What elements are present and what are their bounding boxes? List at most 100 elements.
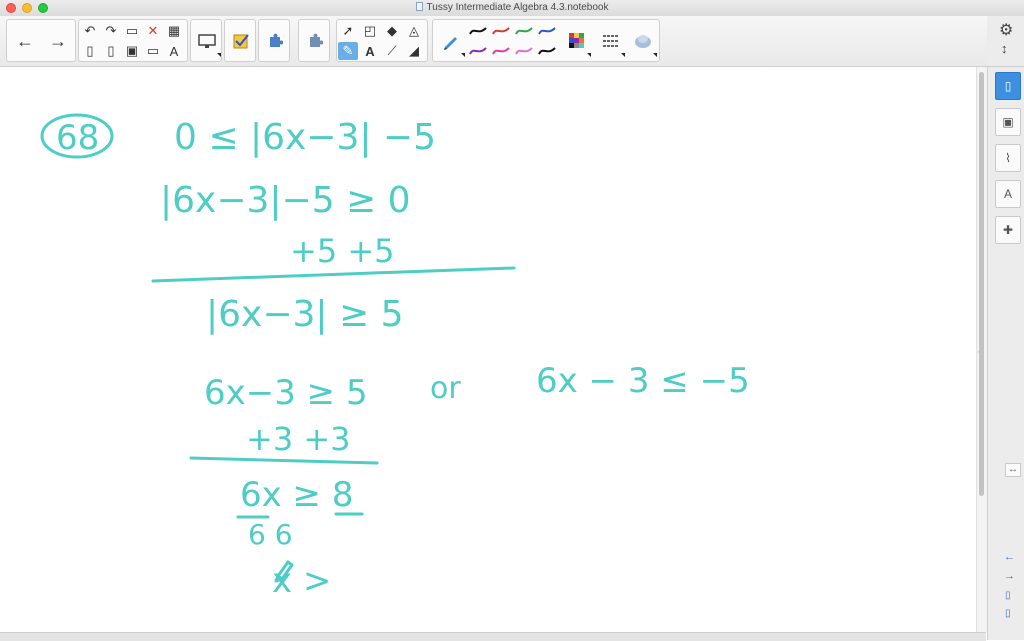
- pens-icon: ✎: [342, 43, 354, 58]
- paste-icon: ▭: [125, 23, 139, 38]
- text-icon: A: [365, 43, 375, 59]
- handwriting-layer: 68 0 ≤ |6x−3| −5 |6x−3|−5 ≥ 0 +5 +5 |6x−…: [40, 113, 750, 601]
- save-icon: ▣: [125, 43, 139, 58]
- color-palette-button[interactable]: [561, 23, 593, 59]
- fill-tool[interactable]: ◬: [404, 22, 424, 40]
- equation-line-4: |6x−3| ≥ 5: [206, 294, 404, 335]
- clear-page-icon: ▯: [107, 43, 115, 58]
- equation-line-3: +5 +5: [290, 232, 395, 270]
- eraser-tool[interactable]: ◆: [382, 22, 402, 40]
- paste-button[interactable]: ▭: [122, 22, 142, 40]
- attachments-icon: ⌇: [1005, 151, 1011, 165]
- move-sidebar-icon[interactable]: ↕: [1001, 41, 1008, 56]
- equation-line-5: 6x−3 ≥ 5: [204, 373, 368, 413]
- next-page-button[interactable]: →: [42, 23, 74, 59]
- sidebar-tab-gallery[interactable]: ▣: [995, 108, 1021, 136]
- addons-button[interactable]: [299, 23, 331, 59]
- equation-line-10: x >: [272, 561, 331, 601]
- settings-gear-icon[interactable]: ⚙: [999, 20, 1013, 40]
- add-page-button[interactable]: ▯: [80, 42, 100, 60]
- select-tool[interactable]: ➚: [338, 22, 358, 40]
- sidebar-tab-addons[interactable]: ✚: [995, 216, 1021, 244]
- resize-handle-icon[interactable]: ↔: [1005, 463, 1021, 477]
- edit-group: ↶ ↷ ▭ ✕ ▦ ▯ ▯ ▣ ▭ A: [78, 19, 188, 62]
- pen-color-swatch[interactable]: [515, 24, 533, 38]
- fill-effects-button[interactable]: [627, 23, 659, 59]
- pen-color-swatch[interactable]: [515, 44, 533, 58]
- cloud-icon: [635, 35, 651, 48]
- lab-activities-button[interactable]: [259, 23, 291, 59]
- table-icon: ▦: [167, 23, 181, 38]
- pens-tool[interactable]: ✎: [338, 42, 358, 60]
- pen-color-swatch[interactable]: [469, 24, 487, 38]
- line-tool[interactable]: ⟋: [382, 42, 402, 60]
- or-word: or: [430, 371, 461, 406]
- addons-icon: ✚: [1002, 223, 1014, 237]
- sidebar-header: ⚙ ↕: [987, 16, 1024, 66]
- pen-color-swatch[interactable]: [492, 24, 510, 38]
- pen-properties-group: [432, 19, 660, 62]
- save-button[interactable]: ▣: [122, 42, 142, 60]
- response-button[interactable]: [225, 23, 257, 59]
- display-group: [190, 19, 222, 62]
- shapes-icon: ◰: [363, 23, 377, 38]
- previous-page-button[interactable]: ←: [9, 23, 41, 59]
- arrow-left-icon: ←: [16, 30, 34, 51]
- equation-line-7: +3 +3: [246, 420, 351, 458]
- title-bar: Tussy Intermediate Algebra 4.3.notebook: [0, 0, 1024, 17]
- window-title: Tussy Intermediate Algebra 4.3.notebook: [0, 1, 1024, 15]
- addons-group: [298, 19, 330, 62]
- lab-group: [258, 19, 290, 62]
- gallery-icon: ▣: [1002, 115, 1014, 129]
- redo-icon: ↷: [105, 23, 117, 38]
- redo-button[interactable]: ↷: [101, 22, 121, 40]
- table-button[interactable]: ▦: [164, 22, 184, 40]
- color-grid-icon: [569, 33, 584, 48]
- equation-denominators: 6 6: [248, 518, 293, 551]
- sidebar-prev-icon[interactable]: ←: [1004, 551, 1015, 563]
- eraser-icon: ◆: [387, 23, 397, 38]
- fill-icon: ◬: [409, 23, 419, 38]
- eraser-pen-tool[interactable]: ◢: [404, 42, 424, 60]
- scrollbar-thumb[interactable]: [979, 72, 984, 496]
- sidebar-next-icon[interactable]: →: [1004, 570, 1015, 582]
- clear-page-button[interactable]: ▯: [101, 42, 121, 60]
- delete-icon: ✕: [147, 23, 159, 38]
- sidebar-tab-attachments[interactable]: ⌇: [995, 144, 1021, 172]
- arrow-right-icon: →: [49, 30, 67, 51]
- undo-icon: ↶: [84, 23, 96, 38]
- line-style-button[interactable]: [595, 23, 627, 59]
- pen-color-swatch[interactable]: [492, 44, 510, 58]
- pen-style-button[interactable]: [435, 23, 467, 59]
- page-sorter-icon: ▯: [1004, 79, 1012, 93]
- new-page-icon: ▯: [86, 43, 94, 58]
- undo-button[interactable]: ↶: [80, 22, 100, 40]
- text-tool[interactable]: A: [360, 42, 380, 60]
- text-format-icon: A: [169, 43, 179, 59]
- delete-button[interactable]: ✕: [143, 22, 163, 40]
- equation-line-6: 6x − 3 ≤ −5: [536, 361, 750, 401]
- shapes-tool[interactable]: ◰: [360, 22, 380, 40]
- sidebar-delete-page-icon[interactable]: ▯: [1005, 608, 1011, 619]
- pen-color-swatch[interactable]: [538, 44, 556, 58]
- sidebar-tab-properties[interactable]: A: [995, 180, 1021, 208]
- line-style-icon: [603, 35, 619, 47]
- response-group: [224, 19, 256, 62]
- screen-shade-icon: ▭: [146, 43, 160, 58]
- navigation-group: ← →: [6, 19, 76, 62]
- main-toolbar: ← → ↶ ↷ ▭ ✕ ▦ ▯ ▯ ▣ ▭ A ➚ ◰ ◆ ◬ ✎ A ⟋ ◢: [0, 16, 1024, 67]
- document-icon: [415, 2, 423, 11]
- text-format-button[interactable]: A: [164, 42, 184, 60]
- equation-line-8: 6x ≥ 8: [240, 475, 354, 515]
- sidebar-tab-page-sorter[interactable]: ▯: [995, 72, 1021, 100]
- screen-shade-button[interactable]: ▭: [143, 42, 163, 60]
- monitor-icon: [198, 34, 216, 48]
- notebook-page-canvas[interactable]: 68 0 ≤ |6x−3| −5 |6x−3|−5 ≥ 0 +5 +5 |6x−…: [0, 67, 976, 632]
- sidebar-add-page-icon[interactable]: ▯: [1005, 590, 1011, 601]
- equation-line-1: 0 ≤ |6x−3| −5: [174, 117, 436, 158]
- puzzle-icon: [270, 33, 283, 47]
- pen-color-swatch[interactable]: [469, 44, 487, 58]
- tools-group: ➚ ◰ ◆ ◬ ✎ A ⟋ ◢: [336, 19, 428, 62]
- display-button[interactable]: [191, 23, 223, 59]
- pen-color-swatch[interactable]: [538, 24, 556, 38]
